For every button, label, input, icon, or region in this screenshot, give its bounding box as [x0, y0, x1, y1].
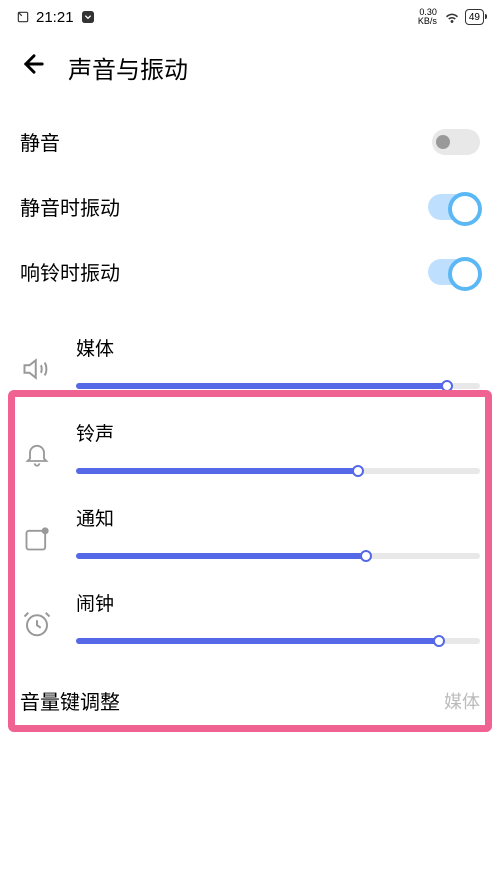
app-icon: [80, 9, 96, 25]
volume-ringtone: 铃声: [20, 419, 480, 474]
speaker-icon: [20, 352, 54, 386]
toggle-list: 静音 静音时振动 响铃时振动: [0, 109, 500, 304]
battery-icon: 49: [465, 9, 484, 25]
volume-key-row[interactable]: 音量键调整 媒体: [0, 674, 500, 727]
alarm-icon: [20, 607, 54, 641]
ringtone-label: 铃声: [76, 419, 480, 446]
vibrate-ring-row: 响铃时振动: [20, 239, 480, 304]
vibrate-mute-toggle[interactable]: [428, 194, 480, 220]
page-header: 声音与振动: [0, 32, 500, 109]
mute-row: 静音: [20, 109, 480, 174]
media-slider[interactable]: [76, 383, 480, 389]
alarm-label: 闹钟: [76, 589, 480, 616]
vibrate-ring-label: 响铃时振动: [20, 257, 120, 286]
volume-media: 媒体: [20, 334, 480, 389]
volume-section: 媒体 铃声 通知: [0, 304, 500, 644]
alarm-slider[interactable]: [76, 638, 480, 644]
mute-toggle[interactable]: [432, 129, 480, 155]
status-left: 21:21: [16, 9, 96, 26]
status-bar: 21:21 0.30 KB/s 49: [0, 0, 500, 32]
net-speed: 0.30 KB/s: [418, 8, 437, 26]
status-time: 21:21: [36, 9, 74, 26]
notification-label: 通知: [76, 504, 480, 531]
volume-key-label: 音量键调整: [20, 686, 120, 715]
media-label: 媒体: [76, 334, 480, 361]
mute-label: 静音: [20, 127, 60, 156]
vibrate-ring-toggle[interactable]: [428, 259, 480, 285]
wifi-icon: [443, 8, 461, 26]
notification-icon: [20, 522, 54, 556]
vibrate-mute-label: 静音时振动: [20, 192, 120, 221]
back-icon[interactable]: [20, 50, 48, 85]
bell-icon: [20, 437, 54, 471]
sim-icon: [16, 10, 30, 24]
volume-key-value: 媒体: [444, 688, 480, 714]
page-title: 声音与振动: [68, 50, 188, 85]
notification-slider[interactable]: [76, 553, 480, 559]
vibrate-mute-row: 静音时振动: [20, 174, 480, 239]
status-right: 0.30 KB/s 49: [418, 8, 484, 26]
volume-alarm: 闹钟: [20, 589, 480, 644]
ringtone-slider[interactable]: [76, 468, 480, 474]
volume-notification: 通知: [20, 504, 480, 559]
